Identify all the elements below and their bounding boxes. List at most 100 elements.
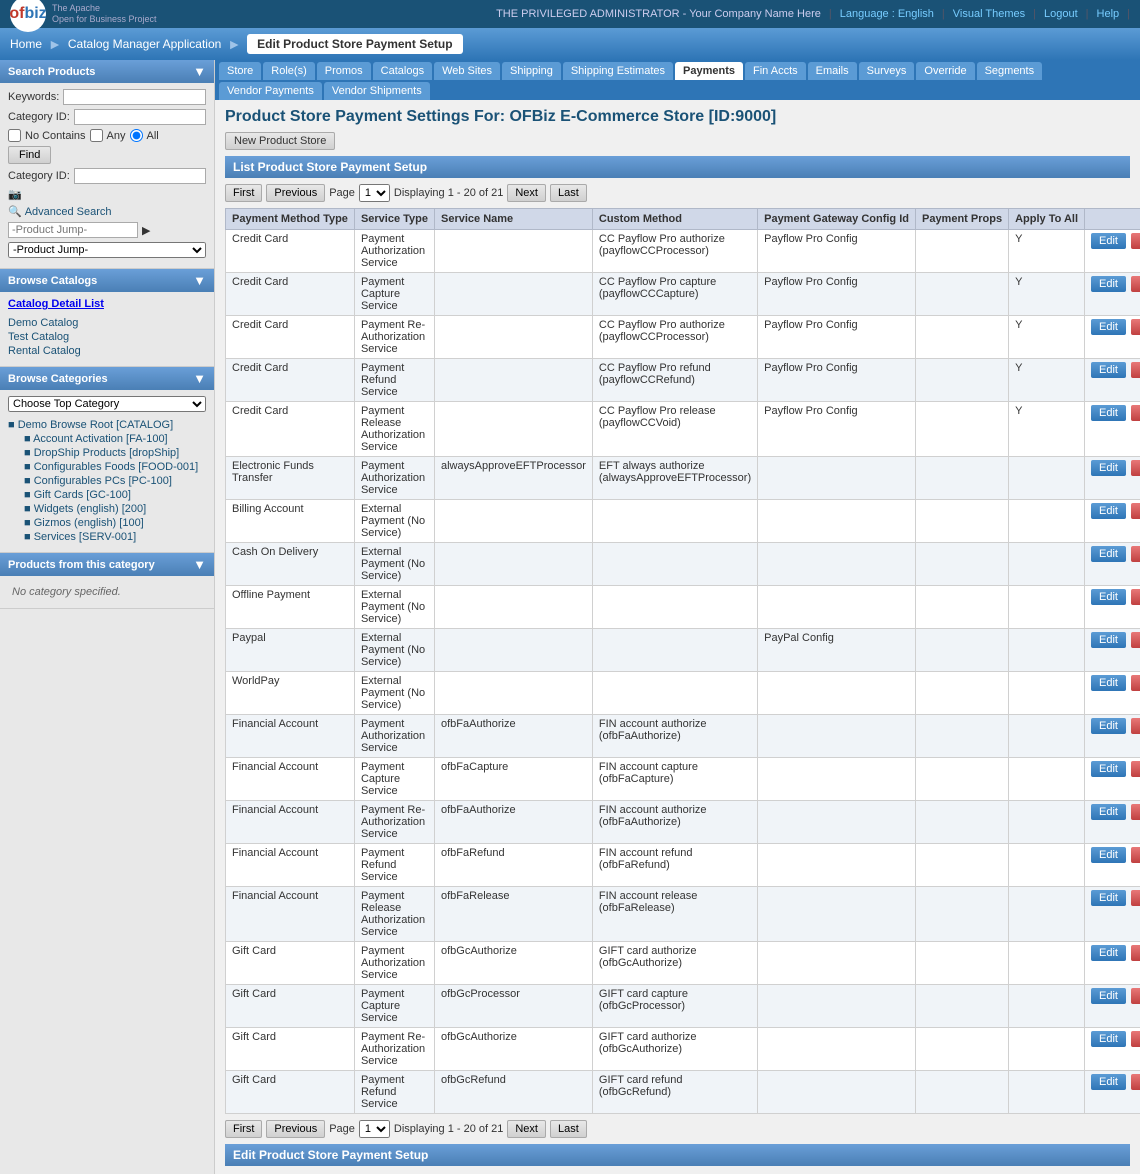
delete-button[interactable]: Delete xyxy=(1131,233,1140,249)
tab-payments[interactable]: Payments xyxy=(675,62,743,80)
edit-button[interactable]: Edit xyxy=(1091,945,1126,961)
category-link[interactable]: ■ Configurables PCs [PC-100] xyxy=(24,475,172,487)
last-button[interactable]: Last xyxy=(550,184,587,202)
delete-button[interactable]: Delete xyxy=(1131,675,1140,691)
advanced-search-link[interactable]: 🔍 Advanced Search xyxy=(8,205,112,218)
delete-button[interactable]: Delete xyxy=(1131,988,1140,1004)
tab-vendor-shipments[interactable]: Vendor Shipments xyxy=(324,82,430,100)
tab-override[interactable]: Override xyxy=(916,62,974,80)
edit-button[interactable]: Edit xyxy=(1091,233,1126,249)
delete-button[interactable]: Delete xyxy=(1131,1031,1140,1047)
delete-button[interactable]: Delete xyxy=(1131,804,1140,820)
tab-store[interactable]: Store xyxy=(219,62,261,80)
edit-button[interactable]: Edit xyxy=(1091,718,1126,734)
catalog-link[interactable]: Demo Catalog xyxy=(8,317,78,329)
tab-promos[interactable]: Promos xyxy=(317,62,371,80)
tab-shipping[interactable]: Shipping xyxy=(502,62,561,80)
tab-segments[interactable]: Segments xyxy=(977,62,1043,80)
product-jump-input[interactable] xyxy=(8,222,138,238)
delete-button[interactable]: Delete xyxy=(1131,319,1140,335)
category-link[interactable]: ■ Configurables Foods [FOOD-001] xyxy=(24,461,198,473)
top-category-select[interactable]: Choose Top Category xyxy=(8,396,206,412)
no-contains-checkbox[interactable] xyxy=(8,129,21,142)
tab-web-sites[interactable]: Web Sites xyxy=(434,62,500,80)
product-jump-select[interactable]: -Product Jump- xyxy=(8,242,206,258)
delete-button[interactable]: Delete xyxy=(1131,405,1140,421)
category-link[interactable]: ■ Gift Cards [GC-100] xyxy=(24,489,131,501)
category-link[interactable]: ■ Account Activation [FA-100] xyxy=(24,433,168,445)
any-checkbox[interactable] xyxy=(90,129,103,142)
edit-button[interactable]: Edit xyxy=(1091,675,1126,691)
edit-button[interactable]: Edit xyxy=(1091,847,1126,863)
app-link[interactable]: Catalog Manager Application xyxy=(68,37,221,51)
categories-collapse-btn[interactable]: ▼ xyxy=(193,371,206,386)
catalogs-collapse-btn[interactable]: ▼ xyxy=(193,273,206,288)
delete-button[interactable]: Delete xyxy=(1131,546,1140,562)
all-radio[interactable] xyxy=(130,129,143,142)
delete-button[interactable]: Delete xyxy=(1131,945,1140,961)
category-link[interactable]: ■ Demo Browse Root [CATALOG] xyxy=(8,419,173,431)
delete-button[interactable]: Delete xyxy=(1131,890,1140,906)
last-button-bottom[interactable]: Last xyxy=(550,1120,587,1138)
category-link[interactable]: ■ Widgets (english) [200] xyxy=(24,503,146,515)
edit-button[interactable]: Edit xyxy=(1091,460,1126,476)
keywords-input[interactable] xyxy=(63,89,206,105)
search-collapse-btn[interactable]: ▼ xyxy=(193,64,206,79)
page-select[interactable]: 1 xyxy=(359,184,390,202)
edit-button[interactable]: Edit xyxy=(1091,362,1126,378)
tab-catalogs[interactable]: Catalogs xyxy=(373,62,432,80)
edit-button[interactable]: Edit xyxy=(1091,319,1126,335)
delete-button[interactable]: Delete xyxy=(1131,276,1140,292)
delete-button[interactable]: Delete xyxy=(1131,362,1140,378)
edit-button[interactable]: Edit xyxy=(1091,503,1126,519)
help-link[interactable]: Help xyxy=(1097,8,1120,20)
category-link[interactable]: ■ Services [SERV-001] xyxy=(24,531,136,543)
category-link[interactable]: ■ Gizmos (english) [100] xyxy=(24,517,144,529)
products-collapse-btn[interactable]: ▼ xyxy=(193,557,206,572)
delete-button[interactable]: Delete xyxy=(1131,847,1140,863)
edit-button[interactable]: Edit xyxy=(1091,1074,1126,1090)
tab-fin-accts[interactable]: Fin Accts xyxy=(745,62,806,80)
first-button[interactable]: First xyxy=(225,184,262,202)
catalog-detail-list-link[interactable]: Catalog Detail List xyxy=(8,298,104,310)
delete-button[interactable]: Delete xyxy=(1131,632,1140,648)
category-id2-input[interactable] xyxy=(74,168,206,184)
edit-button[interactable]: Edit xyxy=(1091,890,1126,906)
language-link[interactable]: Language : English xyxy=(840,8,934,20)
new-product-store-button[interactable]: New Product Store xyxy=(225,132,335,150)
edit-button[interactable]: Edit xyxy=(1091,546,1126,562)
category-link[interactable]: ■ DropShip Products [dropShip] xyxy=(24,447,179,459)
delete-button[interactable]: Delete xyxy=(1131,718,1140,734)
prev-button-bottom[interactable]: Previous xyxy=(266,1120,325,1138)
find-button[interactable]: Find xyxy=(8,146,51,164)
edit-button[interactable]: Edit xyxy=(1091,405,1126,421)
page-select-bottom[interactable]: 1 xyxy=(359,1120,390,1138)
catalog-link[interactable]: Test Catalog xyxy=(8,331,69,343)
category-id-input[interactable] xyxy=(74,109,206,125)
catalog-link[interactable]: Rental Catalog xyxy=(8,345,81,357)
next-button-bottom[interactable]: Next xyxy=(507,1120,546,1138)
prev-button[interactable]: Previous xyxy=(266,184,325,202)
delete-button[interactable]: Delete xyxy=(1131,589,1140,605)
delete-button[interactable]: Delete xyxy=(1131,761,1140,777)
tab-emails[interactable]: Emails xyxy=(808,62,857,80)
edit-button[interactable]: Edit xyxy=(1091,632,1126,648)
delete-button[interactable]: Delete xyxy=(1131,460,1140,476)
next-button[interactable]: Next xyxy=(507,184,546,202)
logout-link[interactable]: Logout xyxy=(1044,8,1078,20)
tab-vendor-payments[interactable]: Vendor Payments xyxy=(219,82,322,100)
delete-button[interactable]: Delete xyxy=(1131,1074,1140,1090)
edit-button[interactable]: Edit xyxy=(1091,761,1126,777)
delete-button[interactable]: Delete xyxy=(1131,503,1140,519)
tab-role-s-[interactable]: Role(s) xyxy=(263,62,314,80)
home-link[interactable]: Home xyxy=(10,37,42,51)
visual-themes-link[interactable]: Visual Themes xyxy=(953,8,1025,20)
tab-shipping-estimates[interactable]: Shipping Estimates xyxy=(563,62,673,80)
product-jump-icon[interactable]: ▶ xyxy=(142,224,150,237)
first-button-bottom[interactable]: First xyxy=(225,1120,262,1138)
edit-button[interactable]: Edit xyxy=(1091,589,1126,605)
edit-button[interactable]: Edit xyxy=(1091,988,1126,1004)
edit-button[interactable]: Edit xyxy=(1091,1031,1126,1047)
edit-button[interactable]: Edit xyxy=(1091,804,1126,820)
edit-button[interactable]: Edit xyxy=(1091,276,1126,292)
